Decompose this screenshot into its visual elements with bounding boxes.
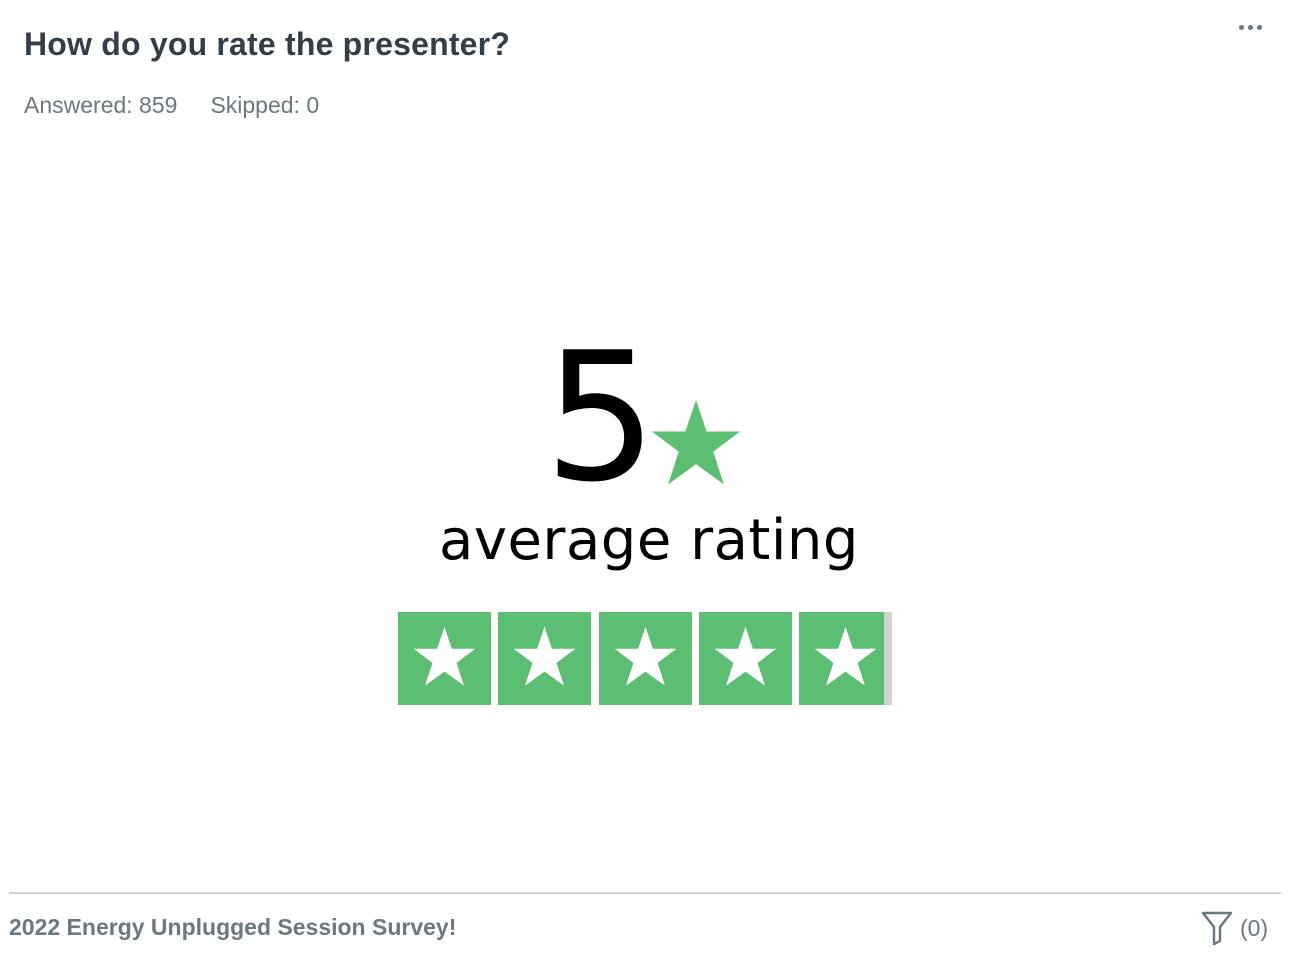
star-icon <box>714 626 777 686</box>
rating-star-4 <box>698 612 792 705</box>
filter-button[interactable]: (0) <box>1200 910 1268 946</box>
rating-star-2 <box>498 612 592 705</box>
star-icon <box>413 626 476 686</box>
response-stats: Answered: 859 Skipped: 0 <box>24 92 319 119</box>
star-rating-bar <box>398 612 892 705</box>
star-icon <box>814 626 877 686</box>
more-horizontal-icon <box>1238 24 1244 30</box>
footer-divider <box>9 892 1281 894</box>
star-icon <box>614 626 676 686</box>
more-horizontal-icon-dot <box>1247 24 1253 30</box>
average-rating-display: 5 <box>0 314 1298 521</box>
rating-star-5 <box>799 612 892 705</box>
skipped-count: Skipped: 0 <box>210 92 320 118</box>
more-horizontal-icon-dot <box>1256 24 1262 30</box>
answered-count: Answered: 859 <box>24 92 178 118</box>
survey-name: 2022 Energy Unplugged Session Survey! <box>9 914 457 940</box>
more-options-button[interactable] <box>1228 14 1272 40</box>
rating-star-3 <box>598 612 692 705</box>
average-rating-label: average rating <box>439 508 859 573</box>
question-title: How do you rate the presenter? <box>24 26 511 62</box>
rating-star-1 <box>398 612 491 705</box>
average-rating-value: 5 <box>544 314 657 521</box>
question-summary-card: How do you rate the presenter? Answered:… <box>0 0 1298 958</box>
star-icon <box>651 399 741 485</box>
filter-funnel-icon <box>1201 911 1233 946</box>
filter-count: (0) <box>1240 914 1269 941</box>
star-icon <box>513 626 576 686</box>
